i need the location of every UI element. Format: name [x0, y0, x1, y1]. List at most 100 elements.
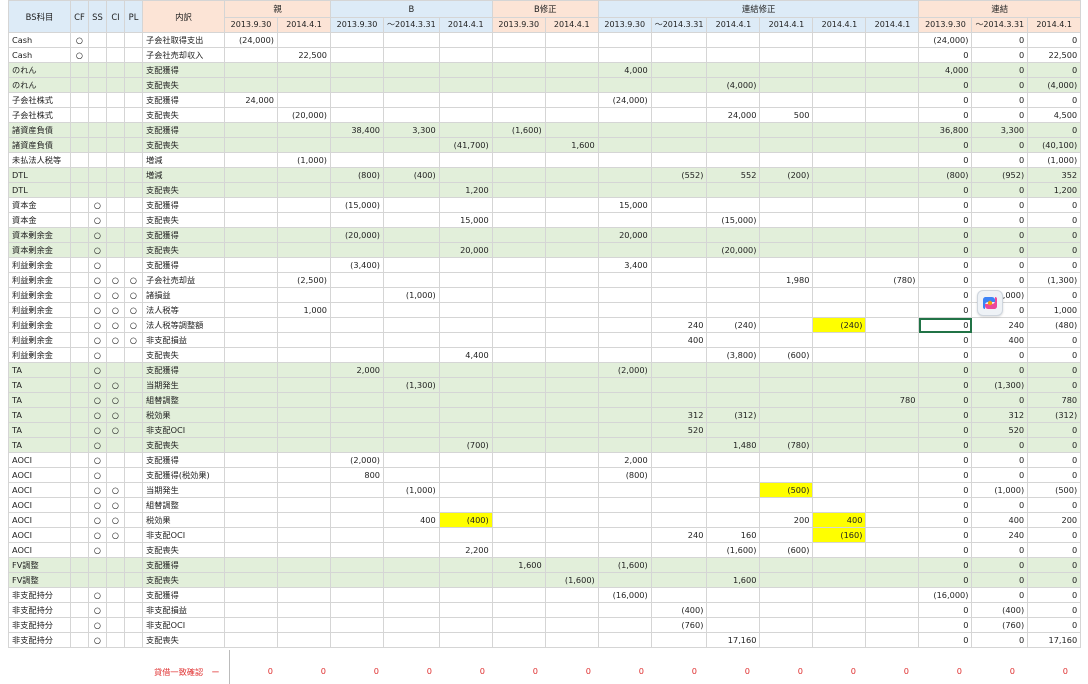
cell-value[interactable]: 312	[971, 407, 1029, 423]
cell-value[interactable]	[330, 512, 384, 528]
cell-ss[interactable]: ○	[88, 452, 107, 468]
cell-desc[interactable]: 組替調整	[142, 392, 225, 408]
cell-value[interactable]: 1,480	[706, 437, 761, 453]
cell-value[interactable]	[650, 572, 708, 588]
cell-value[interactable]: (15,000)	[706, 212, 761, 228]
cell-value[interactable]: 38,400	[330, 122, 384, 138]
cell-value[interactable]	[224, 122, 278, 138]
cell-value[interactable]	[277, 602, 331, 618]
cell-bs[interactable]: DTL	[8, 167, 71, 183]
cell-value[interactable]	[438, 107, 493, 123]
cell-cf[interactable]	[70, 527, 89, 543]
cell-value[interactable]	[650, 437, 708, 453]
cell-value[interactable]	[277, 587, 331, 603]
cell-value[interactable]	[759, 467, 814, 483]
cell-value[interactable]	[383, 497, 440, 513]
cell-value[interactable]	[865, 332, 920, 348]
cell-value[interactable]	[330, 557, 384, 573]
cell-value[interactable]: 0	[1027, 332, 1082, 348]
cell-value[interactable]: 0	[918, 527, 973, 543]
cell-value[interactable]	[812, 77, 867, 93]
cell-value[interactable]	[491, 602, 546, 618]
cell-ss[interactable]: ○	[88, 377, 107, 393]
cell-value[interactable]	[597, 482, 652, 498]
cell-value[interactable]	[706, 332, 761, 348]
header-group-b[interactable]: B	[330, 0, 493, 18]
cell-value[interactable]: (400)	[650, 602, 708, 618]
cell-value[interactable]	[330, 212, 384, 228]
cell-value[interactable]: (800)	[918, 167, 973, 183]
cell-value[interactable]	[330, 347, 384, 363]
cell-value[interactable]	[812, 62, 867, 78]
cell-value[interactable]: 0	[1027, 197, 1082, 213]
cell-value[interactable]	[277, 422, 331, 438]
cell-value[interactable]: 0	[1027, 257, 1082, 273]
cell-value[interactable]	[224, 62, 278, 78]
cell-value[interactable]	[597, 152, 652, 168]
cell-pl[interactable]	[124, 497, 143, 513]
cell-value[interactable]: 0	[1027, 287, 1082, 303]
cell-value[interactable]: 400	[383, 512, 440, 528]
cell-value[interactable]	[438, 317, 493, 333]
cell-value[interactable]	[277, 392, 331, 408]
cell-value[interactable]	[650, 632, 708, 648]
balance-check-label[interactable]: 貸借一致確認 ー	[154, 666, 220, 678]
cell-desc[interactable]: 非支配損益	[142, 602, 225, 618]
cell-cf[interactable]	[70, 347, 89, 363]
cell-value[interactable]	[330, 47, 384, 63]
cell-value[interactable]	[650, 557, 708, 573]
cell-value[interactable]	[491, 587, 546, 603]
cell-pl[interactable]	[124, 632, 143, 648]
cell-value[interactable]	[865, 437, 920, 453]
cell-cf[interactable]	[70, 257, 89, 273]
cell-value[interactable]	[812, 482, 867, 498]
cell-value[interactable]	[544, 482, 599, 498]
cell-cf[interactable]	[70, 572, 89, 588]
cell-cf[interactable]	[70, 512, 89, 528]
cell-value[interactable]	[759, 332, 814, 348]
cell-value[interactable]	[650, 287, 708, 303]
cell-pl[interactable]	[124, 152, 143, 168]
cell-value[interactable]: (1,000)	[971, 482, 1029, 498]
cell-value[interactable]: 17,160	[706, 632, 761, 648]
cell-value[interactable]: 0	[918, 482, 973, 498]
cell-value[interactable]: 0	[918, 92, 973, 108]
cell-value[interactable]	[544, 452, 599, 468]
cell-bs[interactable]: DTL	[8, 182, 71, 198]
cell-value[interactable]	[650, 137, 708, 153]
cell-ci[interactable]: ○	[106, 272, 125, 288]
cell-value[interactable]: (600)	[759, 542, 814, 558]
cell-value[interactable]	[544, 407, 599, 423]
cell-value[interactable]	[277, 452, 331, 468]
cell-value[interactable]	[812, 212, 867, 228]
cell-value[interactable]	[277, 467, 331, 483]
cell-bs[interactable]: 資本剰余金	[8, 227, 71, 243]
cell-value[interactable]	[812, 362, 867, 378]
cell-value[interactable]	[544, 362, 599, 378]
cell-bs[interactable]: 資本金	[8, 197, 71, 213]
cell-value[interactable]	[491, 542, 546, 558]
cell-value[interactable]: 20,000	[597, 227, 652, 243]
cell-cf[interactable]	[70, 542, 89, 558]
cell-ci[interactable]: ○	[106, 392, 125, 408]
cell-value[interactable]: 0	[971, 467, 1029, 483]
cell-value[interactable]: 0	[918, 542, 973, 558]
cell-value[interactable]	[544, 122, 599, 138]
cell-value[interactable]	[544, 557, 599, 573]
cell-value[interactable]	[544, 212, 599, 228]
cell-bs[interactable]: 利益剰余金	[8, 257, 71, 273]
cell-value[interactable]	[812, 122, 867, 138]
cell-ci[interactable]: ○	[106, 317, 125, 333]
cell-pl[interactable]	[124, 182, 143, 198]
cell-value[interactable]: (500)	[759, 482, 814, 498]
cell-ss[interactable]	[88, 122, 107, 138]
cell-ss[interactable]: ○	[88, 512, 107, 528]
cell-cf[interactable]	[70, 557, 89, 573]
cell-value[interactable]	[597, 182, 652, 198]
cell-desc[interactable]: 税効果	[142, 512, 225, 528]
cell-value[interactable]	[544, 152, 599, 168]
cell-value[interactable]	[383, 527, 440, 543]
cell-value[interactable]	[544, 77, 599, 93]
cell-desc[interactable]: 支配喪失	[142, 107, 225, 123]
cell-ss[interactable]: ○	[88, 302, 107, 318]
